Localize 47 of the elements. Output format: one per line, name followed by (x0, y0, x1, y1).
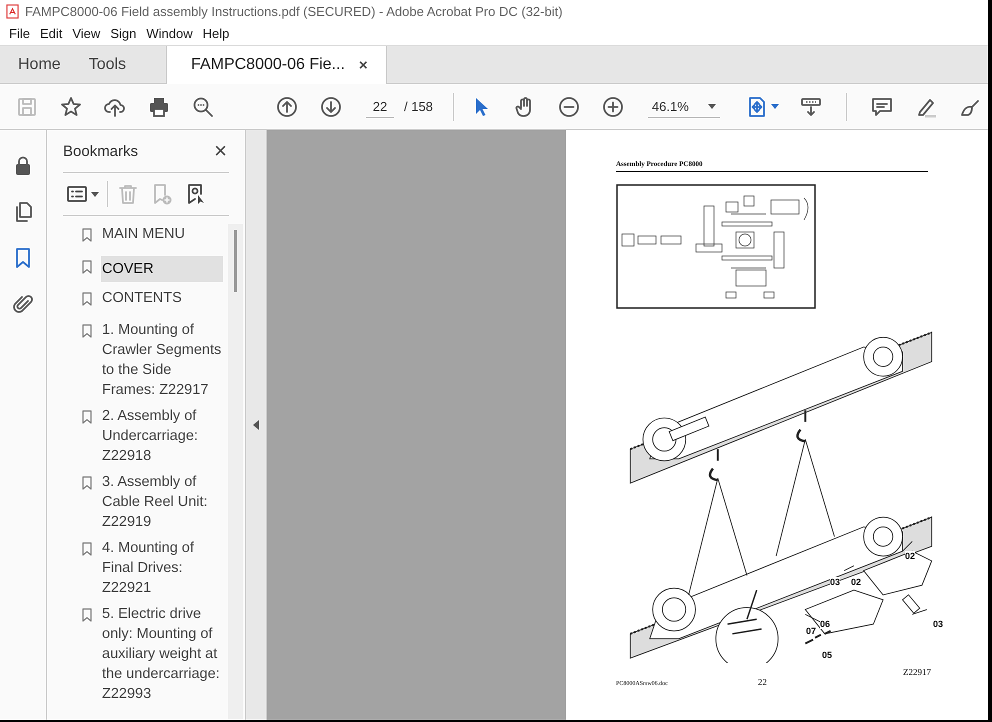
bookmark-item[interactable]: MAIN MENU (101, 224, 223, 250)
star-icon (59, 94, 83, 118)
arrow-down-icon (319, 94, 343, 118)
pdf-app-icon (6, 4, 19, 18)
close-button[interactable]: × (212, 140, 229, 162)
bookmark-item[interactable]: 1. Mounting of Crawler Segments to the Side Frames: Z22917 (101, 320, 223, 400)
close-tab-button[interactable]: × (358, 56, 368, 74)
caret-icon (91, 192, 99, 196)
caret-icon (708, 104, 716, 108)
scrollbar[interactable] (228, 224, 243, 720)
drawing-number: Z22917 (903, 667, 931, 677)
menu-item[interactable]: Window (141, 26, 198, 41)
page-number-field[interactable]: 22 (366, 96, 394, 118)
bookmark-item[interactable]: 5. Electric drive only: Mounting of auxiliary weight at the undercarriage: Z22993 (101, 604, 223, 704)
callout-label: 02 (905, 551, 916, 561)
menu-item[interactable]: Sign (105, 26, 142, 41)
window-title: FAMPC8000-06 Field assembly Instructions.pdf (SECURED) - Adobe Acrobat Pro DC (32-bit) (25, 4, 563, 18)
bookmark-item[interactable]: CONTENTS (101, 288, 223, 314)
callout-label: 07 (806, 626, 816, 636)
page-number: 22 (758, 677, 767, 687)
search-icon (191, 94, 215, 118)
bookmark-item[interactable]: 4. Mounting of Final Drives: Z22921 (101, 538, 223, 598)
tab[interactable]: Home (4, 46, 75, 83)
bookmark-item[interactable]: 3. Assembly of Cable Reel Unit: Z22919 (101, 472, 223, 532)
menu-item[interactable]: Edit (34, 26, 68, 41)
page-count: / 158 (404, 99, 433, 114)
callout-label: 06 (820, 619, 830, 629)
callout-label: 03 (933, 619, 944, 629)
arrow-up-icon (275, 94, 299, 118)
caret-icon (770, 104, 779, 109)
zoom-in-icon (600, 94, 625, 118)
bookmark-item[interactable]: COVER (101, 256, 223, 282)
tab[interactable]: FAMPC8000-06 Fie... × (166, 46, 387, 84)
menu-item[interactable]: Help (198, 26, 234, 41)
callout-label: 02 (851, 577, 862, 587)
bookmark-item[interactable]: 2. Assembly of Undercarriage: Z22918 (101, 406, 223, 466)
callout-label: 05 (822, 650, 832, 660)
zoom-out-icon (556, 94, 581, 118)
callout-label: 03 (830, 577, 840, 587)
collapse-panel-handle[interactable] (245, 130, 267, 720)
tab[interactable]: Tools (74, 46, 140, 83)
panel-title: Bookmarks (63, 142, 138, 160)
zoom-dropdown[interactable]: 46.1% (648, 96, 720, 118)
menu-item[interactable]: File (4, 26, 35, 41)
paperclip-icon (11, 292, 35, 316)
trash-icon (116, 182, 140, 206)
menu-item[interactable]: View (67, 26, 106, 41)
